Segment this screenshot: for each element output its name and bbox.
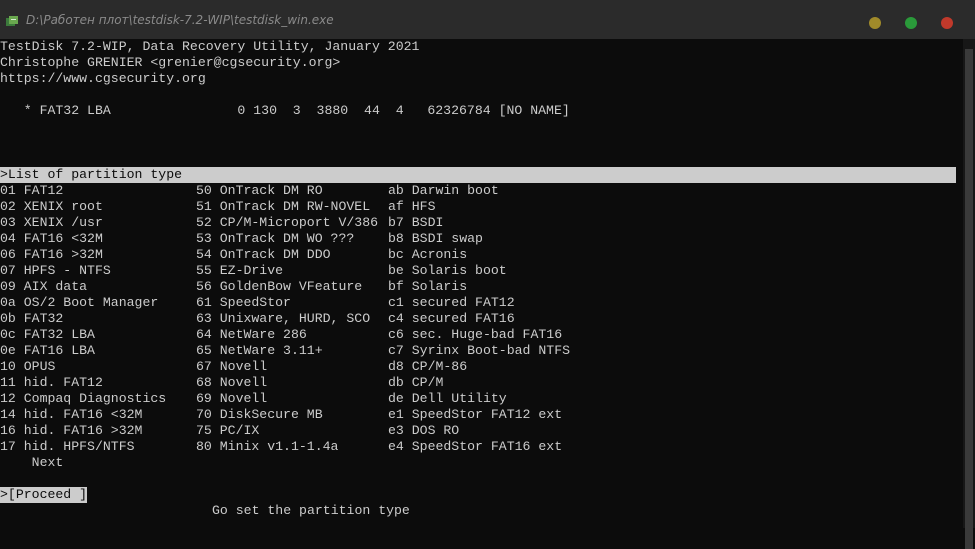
list-row: 02 XENIX root 51 OnTrack DM RW-NOVEL af HF… xyxy=(0,199,963,215)
close-button[interactable] xyxy=(941,17,953,29)
partition-type-item[interactable]: e4 SpeedStor FAT16 ext xyxy=(388,439,562,455)
partition-type-item[interactable]: 53 OnTrack DM WO ??? xyxy=(196,231,354,247)
window-titlebar: D:\Работен плот\testdisk-7.2-WIP\testdis… xyxy=(0,0,975,39)
partition-type-item[interactable]: b8 BSDI swap xyxy=(388,231,483,247)
list-row: 10 OPUS 67 Novell d8 CP/M-86 xyxy=(0,359,963,375)
partition-type-item[interactable]: 17 hid. HPFS/NTFS xyxy=(0,439,135,455)
list-row: 09 AIX data 56 GoldenBow VFeature bf Solar… xyxy=(0,279,963,295)
partition-type-item[interactable]: de Dell Utility xyxy=(388,391,507,407)
partition-type-item[interactable]: 63 Unixware, HURD, SCO xyxy=(196,311,370,327)
list-row: 14 hid. FAT16 <32M 70 DiskSecure MB e1 Spe… xyxy=(0,407,963,423)
window-title: D:\Работен плот\testdisk-7.2-WIP\testdis… xyxy=(26,13,334,27)
list-row: 17 hid. HPFS/NTFS 80 Minix v1.1-1.4a e4 Sp… xyxy=(0,439,963,455)
partition-type-item[interactable]: c4 secured FAT16 xyxy=(388,311,515,327)
partition-type-item[interactable]: 51 OnTrack DM RW-NOVEL xyxy=(196,199,370,215)
partition-type-item[interactable]: 0c FAT32 LBA xyxy=(0,327,95,343)
list-row: 0b FAT32 63 Unixware, HURD, SCO c4 secured… xyxy=(0,311,963,327)
header-line-2: Christophe GRENIER <grenier@cgsecurity.o… xyxy=(0,55,341,70)
partition-type-item[interactable]: c6 sec. Huge-bad FAT16 xyxy=(388,327,562,343)
partition-type-item[interactable]: 01 FAT12 xyxy=(0,183,63,199)
partition-type-item[interactable]: 64 NetWare 286 xyxy=(196,327,307,343)
vertical-scrollbar[interactable] xyxy=(963,39,975,549)
minimize-button[interactable] xyxy=(869,17,881,29)
partition-type-item[interactable]: 75 PC/IX xyxy=(196,423,259,439)
header-line-1: TestDisk 7.2-WIP, Data Recovery Utility,… xyxy=(0,39,420,54)
partition-type-item[interactable]: 0b FAT32 xyxy=(0,311,63,327)
list-row: 07 HPFS - NTFS 55 EZ-Drive be Solaris boot xyxy=(0,263,963,279)
partition-type-item[interactable]: 03 XENIX /usr xyxy=(0,215,103,231)
selected-partition-line: * FAT32 LBA 0 130 3 3880 44 4 62326784 [… xyxy=(0,103,570,118)
partition-type-item[interactable]: 65 NetWare 3.11+ xyxy=(196,343,323,359)
partition-type-item[interactable]: 69 Novell xyxy=(196,391,267,407)
partition-type-item[interactable]: af HFS xyxy=(388,199,435,215)
partition-type-item[interactable]: c7 Syrinx Boot-bad NTFS xyxy=(388,343,570,359)
list-row: 0c FAT32 LBA 64 NetWare 286 c6 sec. Huge-b… xyxy=(0,327,963,343)
partition-type-item[interactable]: 52 CP/M-Microport V/386 xyxy=(196,215,378,231)
partition-type-item[interactable]: e3 DOS RO xyxy=(388,423,459,439)
partition-type-item[interactable]: d8 CP/M-86 xyxy=(388,359,467,375)
header-line-3: https://www.cgsecurity.org xyxy=(0,71,206,86)
partition-type-item[interactable]: 12 Compaq Diagnostics xyxy=(0,391,166,407)
list-row: 01 FAT12 50 OnTrack DM RO ab Darwin boot xyxy=(0,183,963,199)
list-row: 16 hid. FAT16 >32M 75 PC/IX e3 DOS RO xyxy=(0,423,963,439)
partition-type-item[interactable]: bc Acronis xyxy=(388,247,467,263)
next-page-link[interactable]: Next xyxy=(0,455,64,471)
partition-type-item[interactable]: 02 XENIX root xyxy=(0,199,103,215)
list-row: 11 hid. FAT12 68 Novell db CP/M xyxy=(0,375,963,391)
partition-type-item[interactable]: 0e FAT16 LBA xyxy=(0,343,95,359)
proceed-button[interactable]: >[Proceed ] xyxy=(0,487,88,503)
partition-type-item[interactable]: c1 secured FAT12 xyxy=(388,295,515,311)
partition-type-item[interactable]: 80 Minix v1.1-1.4a xyxy=(196,439,338,455)
partition-type-item[interactable]: 61 SpeedStor xyxy=(196,295,291,311)
partition-type-item[interactable]: 04 FAT16 <32M xyxy=(0,231,103,247)
partition-type-item[interactable]: 54 OnTrack DM DDO xyxy=(196,247,331,263)
partition-type-item[interactable]: 06 FAT16 >32M xyxy=(0,247,103,263)
partition-type-item[interactable]: 56 GoldenBow VFeature xyxy=(196,279,362,295)
partition-type-item[interactable]: bf Solaris xyxy=(388,279,467,295)
partition-type-item[interactable]: 0a OS/2 Boot Manager xyxy=(0,295,158,311)
partition-type-item[interactable]: 14 hid. FAT16 <32M xyxy=(0,407,142,423)
partition-type-item[interactable]: 68 Novell xyxy=(196,375,267,391)
partition-type-list-heading: >List of partition type xyxy=(0,167,956,183)
partition-type-item[interactable]: be Solaris boot xyxy=(388,263,507,279)
list-row: 03 XENIX /usr 52 CP/M-Microport V/386 b7 B… xyxy=(0,215,963,231)
partition-type-item[interactable]: 16 hid. FAT16 >32M xyxy=(0,423,142,439)
partition-type-item[interactable]: b7 BSDI xyxy=(388,215,443,231)
console-app-icon xyxy=(6,16,18,26)
partition-type-item[interactable]: e1 SpeedStor FAT12 ext xyxy=(388,407,562,423)
status-hint: Go set the partition type xyxy=(212,503,410,518)
scrollbar-thumb[interactable] xyxy=(965,49,973,549)
partition-type-item[interactable]: 09 AIX data xyxy=(0,279,87,295)
partition-type-item[interactable]: 67 Novell xyxy=(196,359,267,375)
partition-type-item[interactable]: ab Darwin boot xyxy=(388,183,499,199)
partition-type-item[interactable]: 11 hid. FAT12 xyxy=(0,375,103,391)
partition-type-item[interactable]: 07 HPFS - NTFS xyxy=(0,263,111,279)
partition-type-item[interactable]: 10 OPUS xyxy=(0,359,55,375)
list-row: 06 FAT16 >32M 54 OnTrack DM DDO bc Acronis xyxy=(0,247,963,263)
terminal-screen: TestDisk 7.2-WIP, Data Recovery Utility,… xyxy=(0,39,963,528)
partition-type-item[interactable]: db CP/M xyxy=(388,375,443,391)
list-row: 04 FAT16 <32M 53 OnTrack DM WO ??? b8 BSDI… xyxy=(0,231,963,247)
partition-type-item[interactable]: 50 OnTrack DM RO xyxy=(196,183,323,199)
partition-type-item[interactable]: 55 EZ-Drive xyxy=(196,263,283,279)
list-row: 0a OS/2 Boot Manager 61 SpeedStor c1 secur… xyxy=(0,295,963,311)
list-row: 12 Compaq Diagnostics 69 Novell de Dell Ut… xyxy=(0,391,963,407)
maximize-button[interactable] xyxy=(905,17,917,29)
partition-type-item[interactable]: 70 DiskSecure MB xyxy=(196,407,323,423)
list-row: 0e FAT16 LBA 65 NetWare 3.11+ c7 Syrinx Bo… xyxy=(0,343,963,359)
